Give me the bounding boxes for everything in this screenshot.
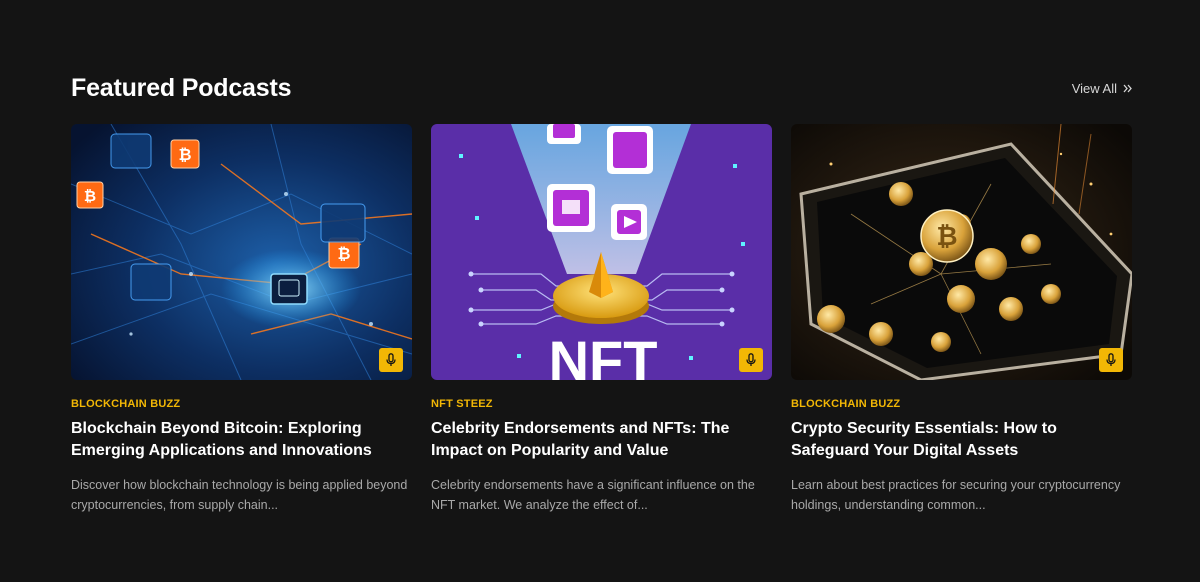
section-header: Featured Podcasts View All xyxy=(71,70,1132,106)
podcast-badge xyxy=(379,348,403,372)
view-all-link[interactable]: View All xyxy=(1072,81,1132,96)
podcast-description: Learn about best practices for securing … xyxy=(791,478,1121,512)
podcast-category[interactable]: BLOCKCHAIN BUZZ xyxy=(791,398,1132,410)
podcast-card[interactable]: ₿ ₿ ₿ BLOCKCHAIN BUZZ Blockchain Beyond … xyxy=(71,124,412,515)
smartphone-coins-illustration: ₿ xyxy=(791,124,1132,380)
podcast-thumbnail[interactable]: NFT xyxy=(431,124,772,380)
podcast-description: Celebrity endorsements have a significan… xyxy=(431,478,755,512)
svg-text:₿: ₿ xyxy=(337,245,350,263)
nft-image-text: NFT xyxy=(549,329,658,380)
microphone-icon xyxy=(746,353,756,366)
microphone-icon xyxy=(1106,353,1116,366)
podcast-title[interactable]: Celebrity Endorsements and NFTs: The Imp… xyxy=(431,418,772,462)
view-all-label: View All xyxy=(1071,80,1117,96)
podcast-card[interactable]: ₿ BLOCKCHAIN BUZZ Crypto Security Essent… xyxy=(791,124,1132,515)
podcast-badge xyxy=(739,348,763,372)
podcast-card-list: ₿ ₿ ₿ BLOCKCHAIN BUZZ Blockchain Beyond … xyxy=(71,124,1132,515)
featured-podcasts-section: Featured Podcasts View All ₿ ₿ ₿ BLOCKCH… xyxy=(0,0,1200,582)
podcast-category[interactable]: BLOCKCHAIN BUZZ xyxy=(71,398,412,410)
blockchain-network-illustration: ₿ ₿ ₿ xyxy=(71,124,412,380)
double-chevron-right-icon xyxy=(1123,84,1132,92)
podcast-description: Discover how blockchain technology is be… xyxy=(71,478,408,512)
section-title: Featured Podcasts xyxy=(71,73,292,102)
podcast-title[interactable]: Crypto Security Essentials: How to Safeg… xyxy=(791,418,1132,462)
microphone-icon xyxy=(386,353,396,366)
nft-coin-illustration: NFT xyxy=(431,124,772,380)
podcast-thumbnail[interactable]: ₿ ₿ ₿ xyxy=(71,124,412,380)
svg-text:₿: ₿ xyxy=(178,146,191,164)
podcast-title[interactable]: Blockchain Beyond Bitcoin: Exploring Eme… xyxy=(71,418,412,462)
podcast-card[interactable]: NFT NFT STEEZ Celebrity Endorsements and… xyxy=(431,124,772,515)
podcast-badge xyxy=(1099,348,1123,372)
podcast-category[interactable]: NFT STEEZ xyxy=(431,398,772,410)
svg-text:₿: ₿ xyxy=(936,221,957,251)
svg-text:₿: ₿ xyxy=(84,188,96,205)
podcast-thumbnail[interactable]: ₿ xyxy=(791,124,1132,380)
